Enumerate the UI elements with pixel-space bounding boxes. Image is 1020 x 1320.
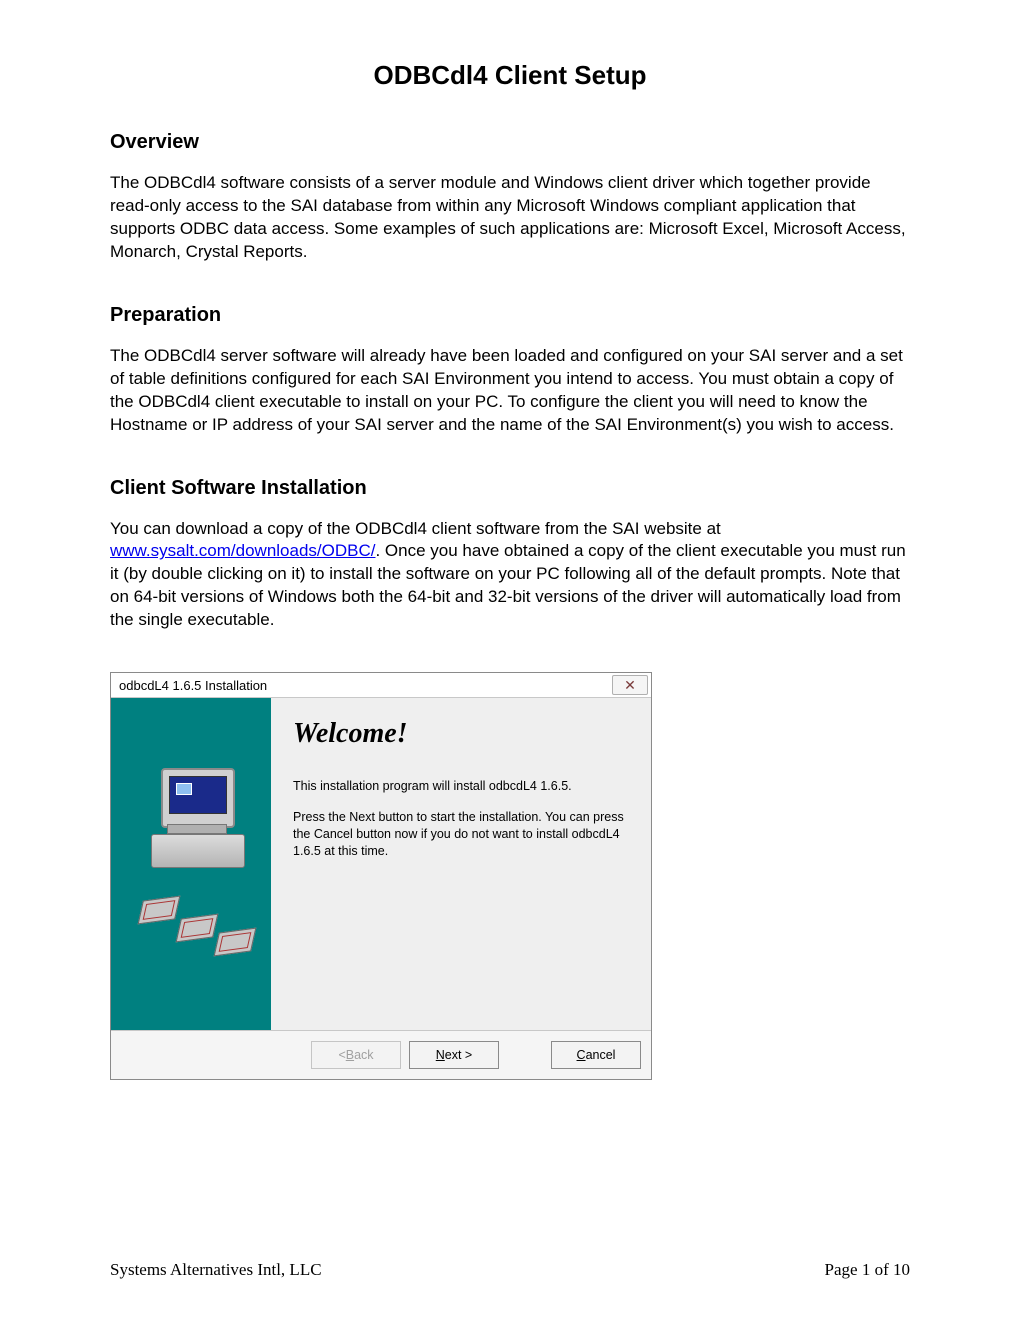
- floppy-disk-icon: [138, 896, 181, 925]
- page-title: ODBCdl4 Client Setup: [110, 60, 910, 91]
- floppy-disk-icon: [176, 914, 219, 943]
- footer-page-number: Page 1 of 10: [825, 1260, 910, 1280]
- next-button[interactable]: Next >: [409, 1041, 499, 1069]
- overview-body: The ODBCdl4 software consists of a serve…: [110, 172, 910, 264]
- floppy-disk-icon: [214, 928, 257, 957]
- installation-heading: Client Software Installation: [110, 477, 910, 500]
- preparation-body: The ODBCdl4 server software will already…: [110, 345, 910, 437]
- computer-monitor-icon: [161, 768, 235, 828]
- footer-company: Systems Alternatives Intl, LLC: [110, 1260, 322, 1280]
- installer-content: Welcome! This installation program will …: [271, 698, 651, 1030]
- overview-heading: Overview: [110, 131, 910, 154]
- installer-window: odbcdL4 1.6.5 Installation ✕ Welcome! Th…: [110, 672, 652, 1080]
- back-button: < Back: [311, 1041, 401, 1069]
- computer-base-icon: [151, 834, 245, 868]
- installer-welcome-heading: Welcome!: [293, 718, 629, 750]
- installation-body: You can download a copy of the ODBCdl4 c…: [110, 518, 910, 633]
- close-icon: ✕: [624, 678, 636, 692]
- installer-footer: < Back Next > Cancel: [111, 1030, 651, 1079]
- installation-body-pre: You can download a copy of the ODBCdl4 c…: [110, 519, 721, 538]
- installer-close-button[interactable]: ✕: [612, 675, 648, 695]
- installer-titlebar: odbcdL4 1.6.5 Installation ✕: [111, 673, 651, 697]
- installer-text-2: Press the Next button to start the insta…: [293, 809, 629, 860]
- cancel-button[interactable]: Cancel: [551, 1041, 641, 1069]
- installer-text-1: This installation program will install o…: [293, 778, 629, 795]
- document-page: ODBCdl4 Client Setup Overview The ODBCdl…: [0, 0, 1020, 1320]
- page-footer: Systems Alternatives Intl, LLC Page 1 of…: [110, 1260, 910, 1280]
- installer-graphic: [111, 698, 271, 1030]
- computer-stand-icon: [167, 824, 227, 834]
- installer-body: Welcome! This installation program will …: [111, 697, 651, 1030]
- preparation-heading: Preparation: [110, 304, 910, 327]
- installer-title-text: odbcdL4 1.6.5 Installation: [119, 678, 267, 693]
- download-link[interactable]: www.sysalt.com/downloads/ODBC/: [110, 541, 375, 560]
